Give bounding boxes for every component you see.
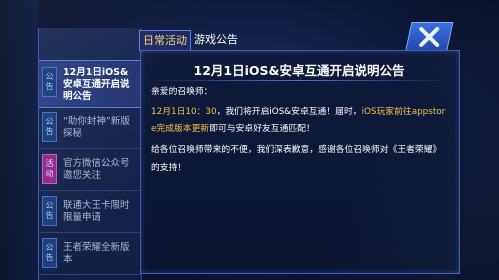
list-tag: 公告	[42, 67, 57, 97]
notice-text: ，我们将开启iOS&安卓互通！届时，	[216, 107, 362, 117]
list-item-ios-android[interactable]: 公告 12月1日iOS&安卓互通开启说明公告	[39, 60, 141, 108]
list-item-title: 联通大王卡限时限量申请	[63, 200, 130, 223]
notice-line-2: e完成版本更新即可与安卓好友互通匹配！	[151, 121, 451, 137]
list-tag: 活动	[42, 154, 57, 184]
notice-greeting: 亲爱的召唤师：	[151, 87, 213, 97]
notice-text: 即可与安卓好友互通匹配！	[209, 124, 315, 134]
notice-highlight-ios: iOS玩家前往appstor	[361, 107, 446, 117]
list-item-unicom-card[interactable]: 公告 联通大王卡限时限量申请	[39, 192, 141, 233]
tab-daily-activity[interactable]: 日常活动	[139, 30, 191, 51]
list-tag: 公告	[42, 238, 57, 268]
notice-line-1: 12月1日10：30，我们将开启iOS&安卓互通！届时，iOS玩家前往appst…	[151, 104, 451, 120]
list-item-wechat[interactable]: 活动 官方微信公众号邀您关注	[39, 150, 141, 191]
notice-highlight-time: 12月1日10：30	[151, 107, 217, 117]
list-item-new-version[interactable]: 公告 “助你封神”新版探秘	[39, 108, 141, 149]
notice-line-3: 给各位召唤师带来的不便，我们深表歉意，感谢各位召唤师对《王者荣耀》	[151, 145, 442, 155]
close-x-icon	[419, 27, 440, 47]
left-backdrop	[0, 0, 38, 280]
announcement-list: 公告 12月1日iOS&安卓互通开启说明公告 公告 “助你封神”新版探秘 活动 …	[38, 28, 142, 280]
list-item-title: 12月1日iOS&安卓互通开启说明公告	[63, 67, 130, 102]
notice-title: 12月1日iOS&安卓互通开启说明公告	[193, 63, 405, 78]
list-item-title: “助你封神”新版探秘	[63, 116, 130, 139]
list-item-new-release[interactable]: 公告 王者荣耀全新版本	[39, 234, 141, 275]
list-item-title: 官方微信公众号邀您关注	[63, 158, 130, 181]
notice-highlight-update: e完成版本更新	[151, 124, 210, 134]
notice-line-4: 的支持！	[151, 163, 187, 173]
list-tag: 公告	[42, 112, 57, 142]
tab-game-announcement[interactable]: 游戏公告	[192, 30, 240, 50]
title-divider	[144, 80, 454, 81]
list-tag: 公告	[42, 196, 57, 226]
list-item-title: 王者荣耀全新版本	[63, 242, 130, 265]
